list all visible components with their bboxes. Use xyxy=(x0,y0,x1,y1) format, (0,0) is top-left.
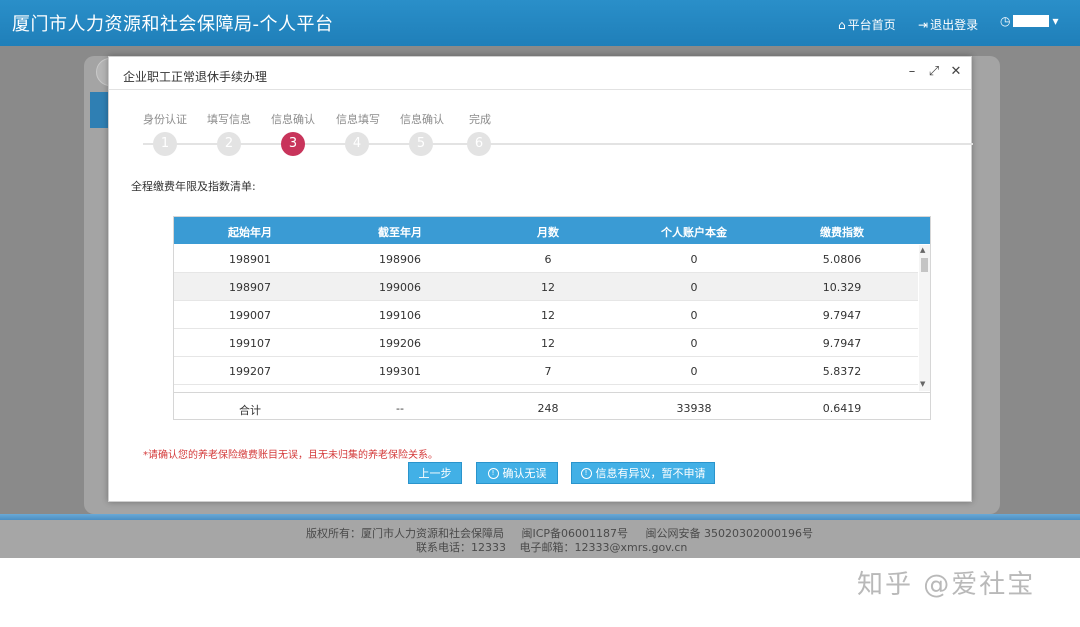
top-header: 厦门市人力资源和社会保障局-个人平台 ⌂ 平台首页 ⇥ 退出登录 ◷ ▾ xyxy=(0,0,1080,46)
dispute-label: 信息有异议，暂不申请 xyxy=(595,467,706,480)
column-header: 起始年月 xyxy=(228,226,272,239)
table-cell: 199006 xyxy=(379,281,421,294)
user-menu[interactable]: ◷ ▾ xyxy=(1000,14,1059,28)
table-cell: 0 xyxy=(690,365,698,378)
table-row: 199007 199106 12 0 9.7947 xyxy=(174,301,918,329)
column-header: 截至年月 xyxy=(378,226,422,239)
table-cell: 0 xyxy=(690,281,698,294)
table-cell: 10.329 xyxy=(822,281,862,294)
table-cell: 5.0806 xyxy=(822,253,862,266)
table-cell: 199207 xyxy=(229,365,271,378)
footer-phone: 联系电话：12333 xyxy=(416,541,506,554)
table-cell: 12 xyxy=(541,337,555,350)
table-cell: 199301 xyxy=(379,365,421,378)
dispute-button[interactable]: ! 信息有异议，暂不申请 xyxy=(571,462,715,484)
scroll-thumb[interactable] xyxy=(921,258,928,272)
table-cell: 5.8372 xyxy=(822,365,862,378)
column-header: 缴费指数 xyxy=(820,226,864,239)
table-cell: 198907 xyxy=(229,281,271,294)
contribution-table: 起始年月 截至年月 月数 个人账户本金 缴费指数 198901 198906 6… xyxy=(173,216,931,420)
summary-cell: 33938 xyxy=(676,402,712,415)
table-cell: 7 xyxy=(544,365,552,378)
watermark: 知乎 @爱社宝 xyxy=(857,570,1036,600)
footer: 版权所有：厦门市人力资源和社会保障局 闽ICP备06001187号 闽公网安备 … xyxy=(0,520,1080,558)
footer-email: 电子邮箱：12333@xmrs.gov.cn xyxy=(519,541,688,554)
table-cell: 198906 xyxy=(379,253,421,266)
site-title: 厦门市人力资源和社会保障局-个人平台 xyxy=(12,14,334,35)
table-cell: 9.7947 xyxy=(822,337,862,350)
step-circle-4: 4 xyxy=(345,132,369,156)
home-link[interactable]: ⌂ 平台首页 xyxy=(838,16,896,33)
prev-step-button[interactable]: 上一步 xyxy=(408,462,462,484)
confirmation-notice: *请确认您的养老保险缴费账目无误，且无未归集的养老保险关系。 xyxy=(143,450,438,461)
chevron-down-icon: ▾ xyxy=(1052,14,1059,28)
table-cell: 198901 xyxy=(229,253,271,266)
username-masked xyxy=(1013,15,1050,27)
table-header: 起始年月 截至年月 月数 个人账户本金 缴费指数 xyxy=(174,217,930,244)
table-cell: 12 xyxy=(541,281,555,294)
table-row: 199207 199301 7 0 5.8372 xyxy=(174,357,918,385)
summary-cell: 合计 xyxy=(239,404,261,417)
step-circle-5: 5 xyxy=(409,132,433,156)
table-cell: 0 xyxy=(690,309,698,322)
summary-cell: 0.6419 xyxy=(822,402,862,415)
table-cell: 199107 xyxy=(229,337,271,350)
maximize-icon[interactable]: ⤢ xyxy=(927,64,941,79)
background-nav-block xyxy=(90,92,108,128)
step-label-2: 填写信息 xyxy=(207,113,251,126)
scroll-up-icon[interactable]: ▲ xyxy=(920,246,925,254)
table-cell: 0 xyxy=(690,337,698,350)
list-title: 全程缴费年限及指数清单: xyxy=(131,180,256,193)
retirement-modal: 企业职工正常退休手续办理 – ⤢ ✕ 身份认证 填写信息 信息确认 信息填写 信… xyxy=(108,56,973,502)
table-cell: 0 xyxy=(690,253,698,266)
column-header: 月数 xyxy=(537,226,559,239)
confirm-button[interactable]: ! 确认无误 xyxy=(476,462,558,484)
table-cell: 199106 xyxy=(379,309,421,322)
logout-icon: ⇥ xyxy=(918,17,929,32)
summary-cell: 248 xyxy=(537,402,559,415)
table-cell: 9.7947 xyxy=(822,309,862,322)
table-cell: 6 xyxy=(544,253,552,266)
logout-link-label: 退出登录 xyxy=(930,18,979,32)
table-row: 198907 199006 12 0 10.329 xyxy=(174,273,918,301)
step-circle-6: 6 xyxy=(467,132,491,156)
table-cell: 199007 xyxy=(229,309,271,322)
confirm-label: 确认无误 xyxy=(502,467,547,480)
table-scrollbar[interactable]: ▲ ▼ xyxy=(919,245,930,391)
confirm-icon: ! xyxy=(487,467,499,479)
column-header: 个人账户本金 xyxy=(661,226,727,239)
table-row: 199107 199206 12 0 9.7947 xyxy=(174,329,918,357)
dispute-icon: ! xyxy=(580,467,592,479)
step-circle-2: 2 xyxy=(217,132,241,156)
logout-link[interactable]: ⇥ 退出登录 xyxy=(918,16,978,33)
home-link-label: 平台首页 xyxy=(847,18,896,32)
table-row: 198901 198906 6 0 5.0806 xyxy=(174,245,918,273)
minimize-icon[interactable]: – xyxy=(905,64,919,79)
table-cell: 12 xyxy=(541,309,555,322)
user-icon: ◷ xyxy=(1000,14,1011,28)
step-label-6: 完成 xyxy=(469,113,491,126)
modal-header-divider xyxy=(109,89,971,90)
step-circle-3-active: 3 xyxy=(281,132,305,156)
prev-step-label: 上一步 xyxy=(418,467,452,480)
step-circle-1: 1 xyxy=(153,132,177,156)
step-label-3: 信息确认 xyxy=(271,113,315,126)
modal-title: 企业职工正常退休手续办理 xyxy=(123,70,268,84)
scroll-down-icon[interactable]: ▼ xyxy=(920,380,925,388)
step-label-5: 信息确认 xyxy=(400,113,444,126)
step-track xyxy=(143,143,973,145)
summary-cell: -- xyxy=(396,402,404,415)
home-icon: ⌂ xyxy=(838,17,846,32)
step-label-1: 身份认证 xyxy=(143,113,187,126)
table-summary-row: 合计 -- 248 33938 0.6419 xyxy=(174,392,930,420)
step-label-4: 信息填写 xyxy=(336,113,380,126)
close-icon[interactable]: ✕ xyxy=(949,64,963,79)
table-cell: 199206 xyxy=(379,337,421,350)
